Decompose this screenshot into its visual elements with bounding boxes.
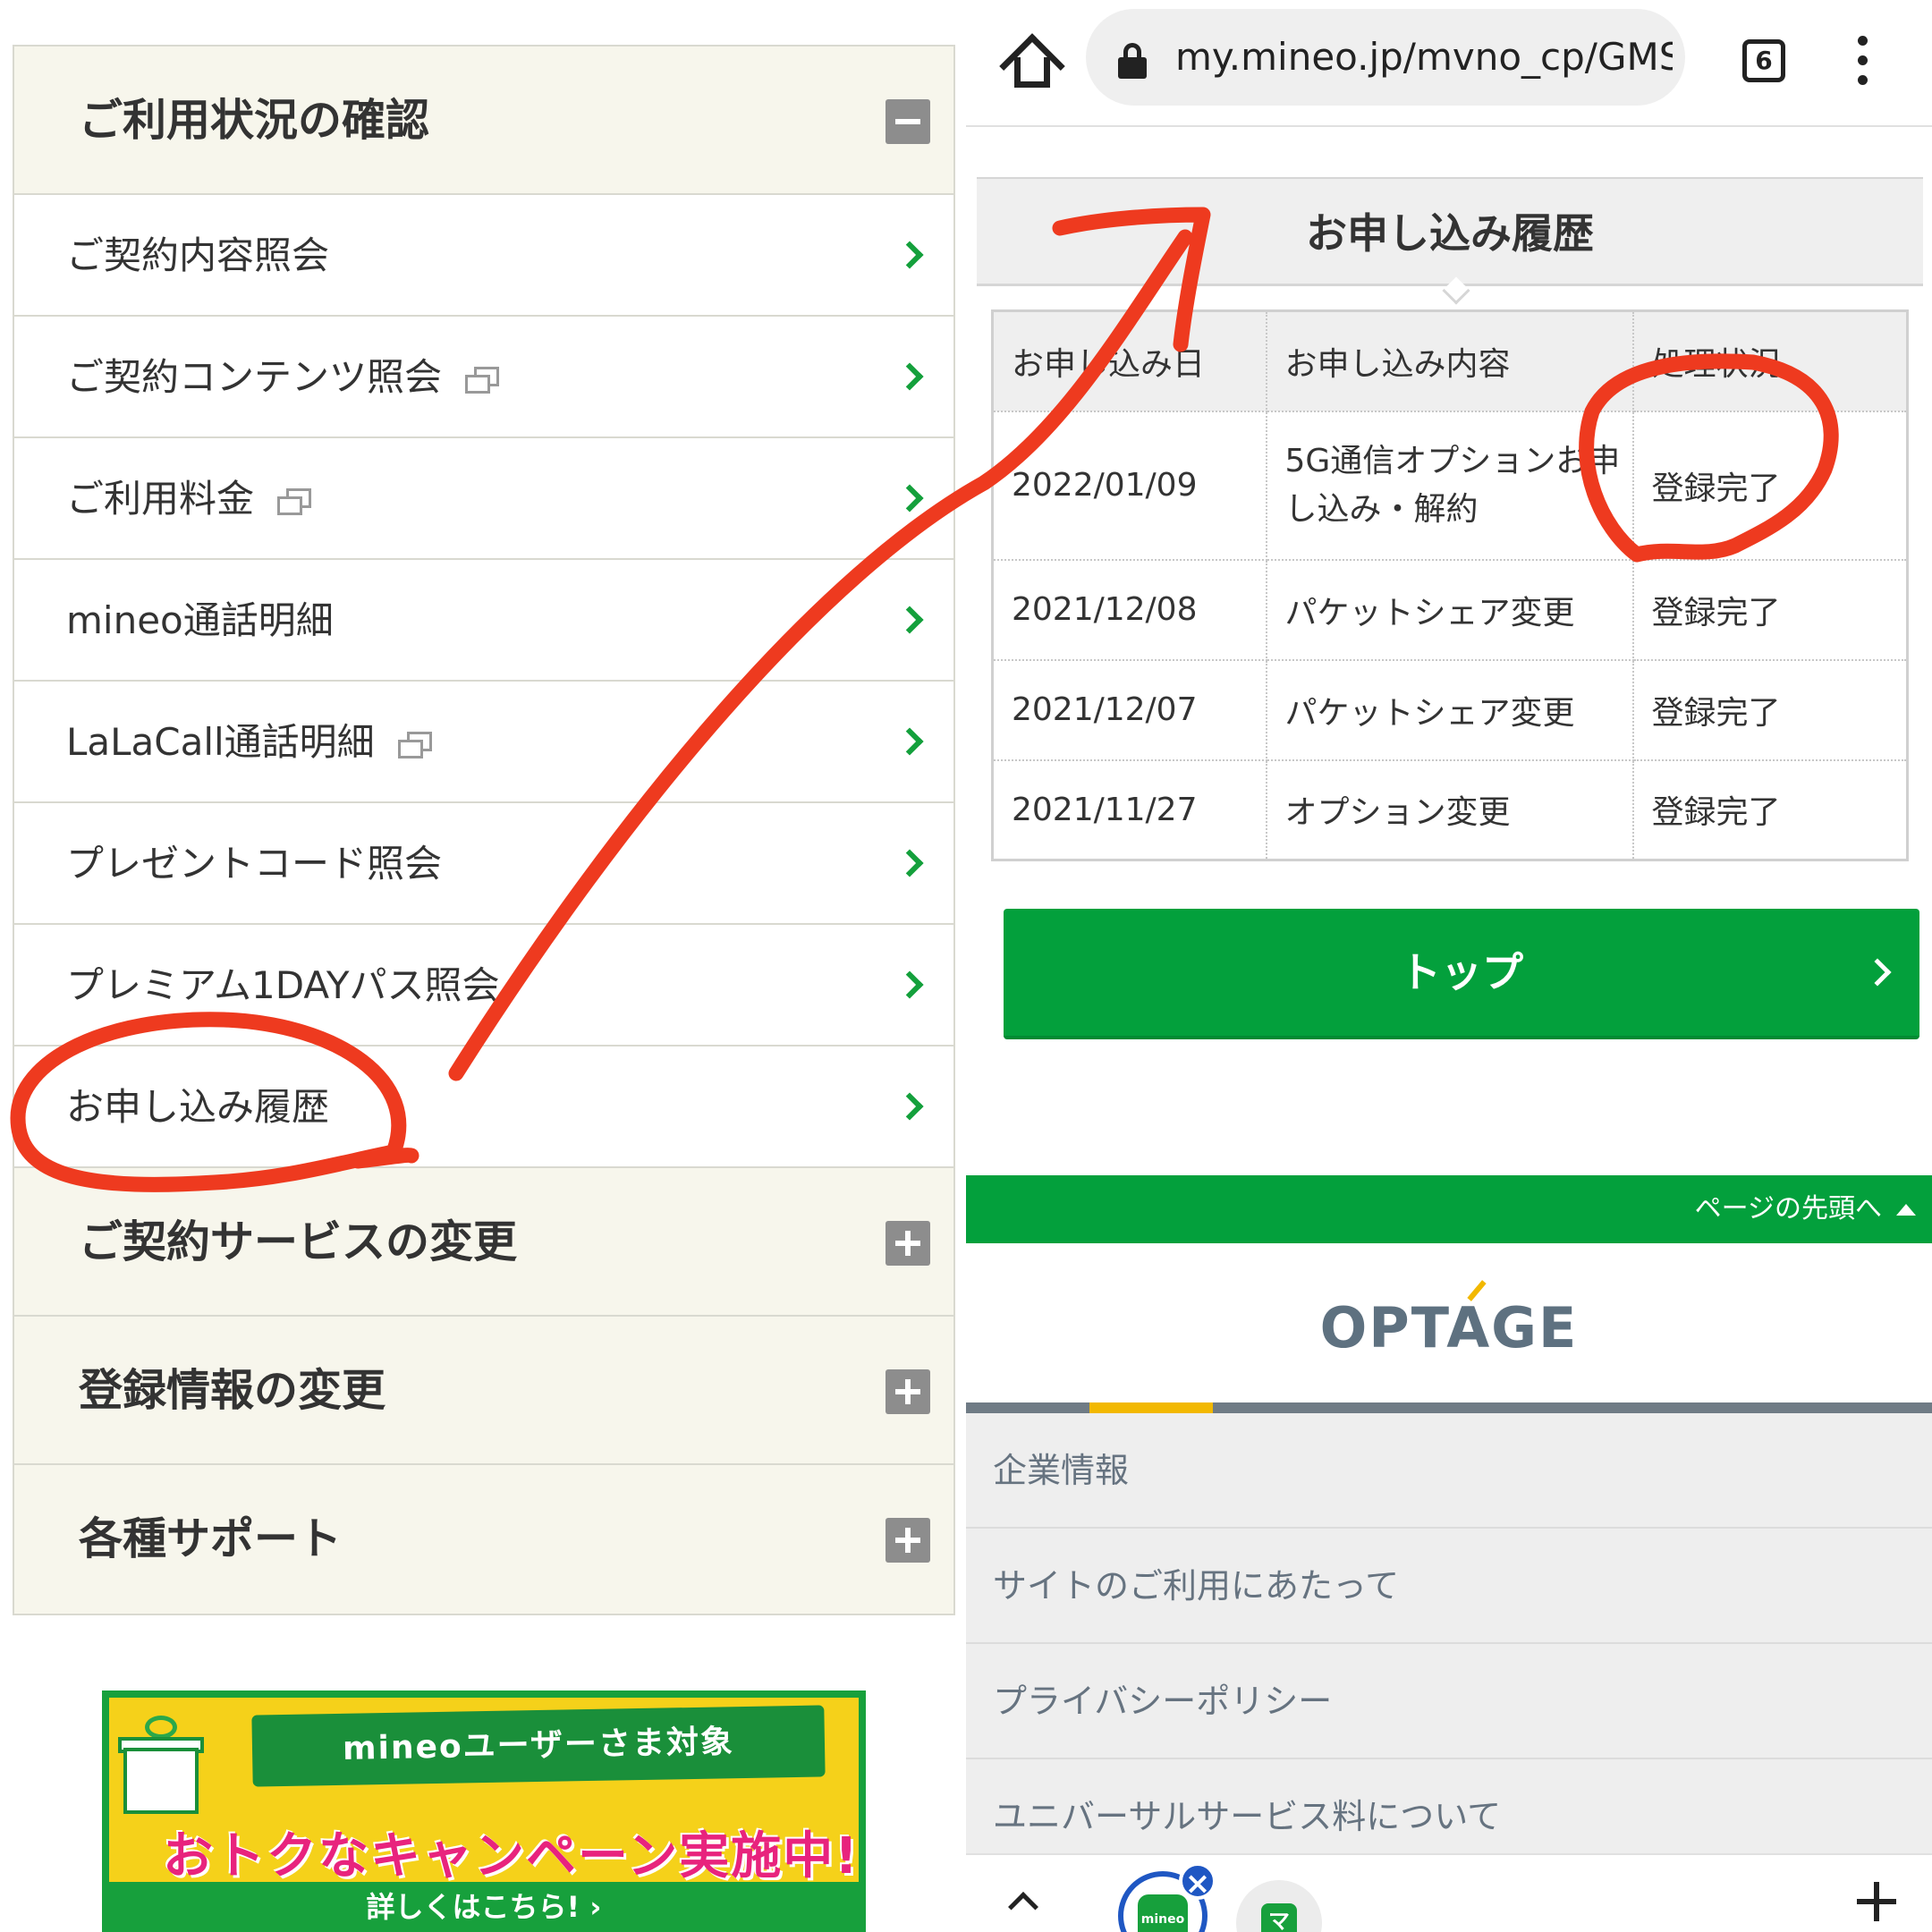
cell-date: 2021/11/27 <box>991 758 1267 861</box>
home-icon[interactable] <box>999 33 1065 99</box>
top-button[interactable]: トップ <box>1004 909 1919 1039</box>
menu-item-fees[interactable]: ご利用料金 <box>14 438 953 560</box>
lock-icon <box>1118 43 1147 79</box>
menu-item-contents[interactable]: ご契約コンテンツ照会 <box>14 317 953 438</box>
menu-item-lalacall[interactable]: LaLaCall通話明細 <box>14 682 953 803</box>
menu-item-premium-pass[interactable]: プレミアム1DAYパス照会 <box>14 925 953 1046</box>
chevron-right-icon <box>895 970 924 999</box>
chevron-right-icon <box>895 362 924 391</box>
banner-headline: おトクなキャンペーン実施中! <box>163 1827 860 1885</box>
footer-link-company[interactable]: 企業情報 <box>966 1413 1932 1529</box>
right-panel: my.mineo.jp/mvno_cp/GMSC 6 お申し込み履歴 お申し込み… <box>966 0 1932 1932</box>
table-row: 2021/12/08 パケットシェア変更 登録完了 <box>991 558 1909 661</box>
chevron-right-icon <box>895 727 924 756</box>
mineo-app-icon: mineo <box>1138 1894 1188 1932</box>
cell-content: オプション変更 <box>1265 758 1634 861</box>
menu-item-label: ご契約コンテンツ照会 <box>66 355 443 399</box>
add-tab-icon[interactable] <box>1857 1882 1896 1921</box>
external-window-icon <box>465 366 500 394</box>
table-row: 2022/01/09 5G通信オプションお申 し込み・解約 登録完了 <box>991 410 1909 561</box>
menu-item-contract[interactable]: ご契約内容照会 <box>14 195 953 317</box>
arrow-up-icon <box>1896 1204 1916 1216</box>
category-usage-label: ご利用状況の確認 <box>79 95 430 146</box>
chevron-up-icon[interactable] <box>1008 1892 1038 1922</box>
category-label: ご契約サービスの変更 <box>79 1216 518 1267</box>
chevron-right-icon <box>895 606 924 634</box>
menu-item-label: プレゼントコード照会 <box>66 842 443 886</box>
chevron-right-icon <box>895 849 924 877</box>
browser-bottom-bar: mineo × マ <box>966 1853 1932 1932</box>
menu-item-application-history[interactable]: お申し込み履歴 <box>14 1046 953 1168</box>
column-header: お申し込み日 <box>991 309 1267 412</box>
menu-item-label: ご契約内容照会 <box>66 233 330 277</box>
left-panel: ご利用状況の確認 ご契約内容照会 ご契約コンテンツ照会 ご利用料金 mineo通… <box>0 0 966 1932</box>
external-window-icon <box>397 731 432 758</box>
cell-status: 登録完了 <box>1631 410 1909 561</box>
page-top-label: ページの先頭へ <box>1694 1193 1882 1224</box>
title-notch <box>1442 276 1470 305</box>
footer-link-privacy[interactable]: プライバシーポリシー <box>966 1644 1932 1759</box>
page-title: お申し込み履歴 <box>977 177 1923 305</box>
chevron-right-icon <box>895 241 924 269</box>
banner-cta[interactable]: 詳しくはこちら! › <box>109 1882 859 1932</box>
cell-content: パケットシェア変更 <box>1265 558 1634 661</box>
table-header-row: お申し込み日 お申し込み内容 処理状況 <box>991 309 1909 412</box>
menu-item-label: mineo通話明細 <box>66 598 334 642</box>
category-usage[interactable]: ご利用状況の確認 <box>14 47 953 195</box>
history-table: お申し込み日 お申し込み内容 処理状況 2022/01/09 5G通信オプション… <box>991 309 1909 861</box>
category-label: 各種サポート <box>79 1513 343 1564</box>
expand-icon[interactable] <box>886 1221 930 1266</box>
expand-icon[interactable] <box>886 1518 930 1563</box>
url-text: my.mineo.jp/mvno_cp/GMSC <box>1175 35 1673 79</box>
page-top-link[interactable]: ページの先頭へ <box>966 1175 1932 1243</box>
cell-content: 5G通信オプションお申 し込み・解約 <box>1265 410 1634 561</box>
optage-logo: OPTAGE <box>966 1280 1932 1360</box>
footer-link-site-usage[interactable]: サイトのご利用にあたって <box>966 1529 1932 1644</box>
gift-icon <box>118 1716 204 1814</box>
footer-links: 企業情報 サイトのご利用にあたって プライバシーポリシー ユニバーサルサービス料… <box>966 1413 1932 1860</box>
menu-item-label: LaLaCall通話明細 <box>66 720 375 764</box>
menu-item-label: ご利用料金 <box>66 477 255 521</box>
browser-toolbar: my.mineo.jp/mvno_cp/GMSC 6 <box>966 0 1932 127</box>
menu-item-label: お申し込み履歴 <box>66 1085 330 1129</box>
category-support[interactable]: 各種サポート <box>14 1465 953 1614</box>
column-header: 処理状況 <box>1631 309 1909 412</box>
expand-icon[interactable] <box>886 1369 930 1414</box>
category-contract-change[interactable]: ご契約サービスの変更 <box>14 1168 953 1317</box>
collapse-icon[interactable] <box>886 99 930 144</box>
category-label: 登録情報の変更 <box>79 1365 386 1416</box>
cell-date: 2022/01/09 <box>991 410 1267 561</box>
tab-group-mineo[interactable]: mineo × <box>1118 1862 1216 1932</box>
top-button-label: トップ <box>1400 948 1523 996</box>
chevron-right-icon <box>895 484 924 513</box>
chevron-right-icon <box>895 1092 924 1121</box>
url-bar[interactable]: my.mineo.jp/mvno_cp/GMSC <box>1086 9 1685 106</box>
side-menu: ご利用状況の確認 ご契約内容照会 ご契約コンテンツ照会 ご利用料金 mineo通… <box>13 45 955 1615</box>
menu-icon[interactable] <box>1855 36 1869 86</box>
table-row: 2021/11/27 オプション変更 登録完了 <box>991 758 1909 861</box>
table-row: 2021/12/07 パケットシェア変更 登録完了 <box>991 658 1909 761</box>
menu-item-present-code[interactable]: プレゼントコード照会 <box>14 803 953 925</box>
cell-status: 登録完了 <box>1631 558 1909 661</box>
close-icon[interactable]: × <box>1179 1862 1216 1902</box>
campaign-banner[interactable]: mineoユーザーさま対象 おトクなキャンペーン実施中! 詳しくはこちら! › <box>102 1690 866 1932</box>
category-registration-change[interactable]: 登録情報の変更 <box>14 1317 953 1465</box>
banner-ribbon: mineoユーザーさま対象 <box>251 1705 826 1787</box>
cell-status: 登録完了 <box>1631 758 1909 861</box>
footer-divider <box>966 1402 1932 1413</box>
column-header: お申し込み内容 <box>1265 309 1634 412</box>
cell-content: パケットシェア変更 <box>1265 658 1634 761</box>
cell-status: 登録完了 <box>1631 658 1909 761</box>
menu-item-label: プレミアム1DAYパス照会 <box>66 963 500 1007</box>
app-icon: マ <box>1261 1903 1297 1932</box>
cell-date: 2021/12/07 <box>991 658 1267 761</box>
cell-date: 2021/12/08 <box>991 558 1267 661</box>
external-window-icon <box>277 487 312 515</box>
tab-switcher[interactable]: 6 <box>1742 39 1785 82</box>
tab-group-other[interactable]: マ <box>1236 1880 1322 1932</box>
menu-item-call-details[interactable]: mineo通話明細 <box>14 560 953 682</box>
